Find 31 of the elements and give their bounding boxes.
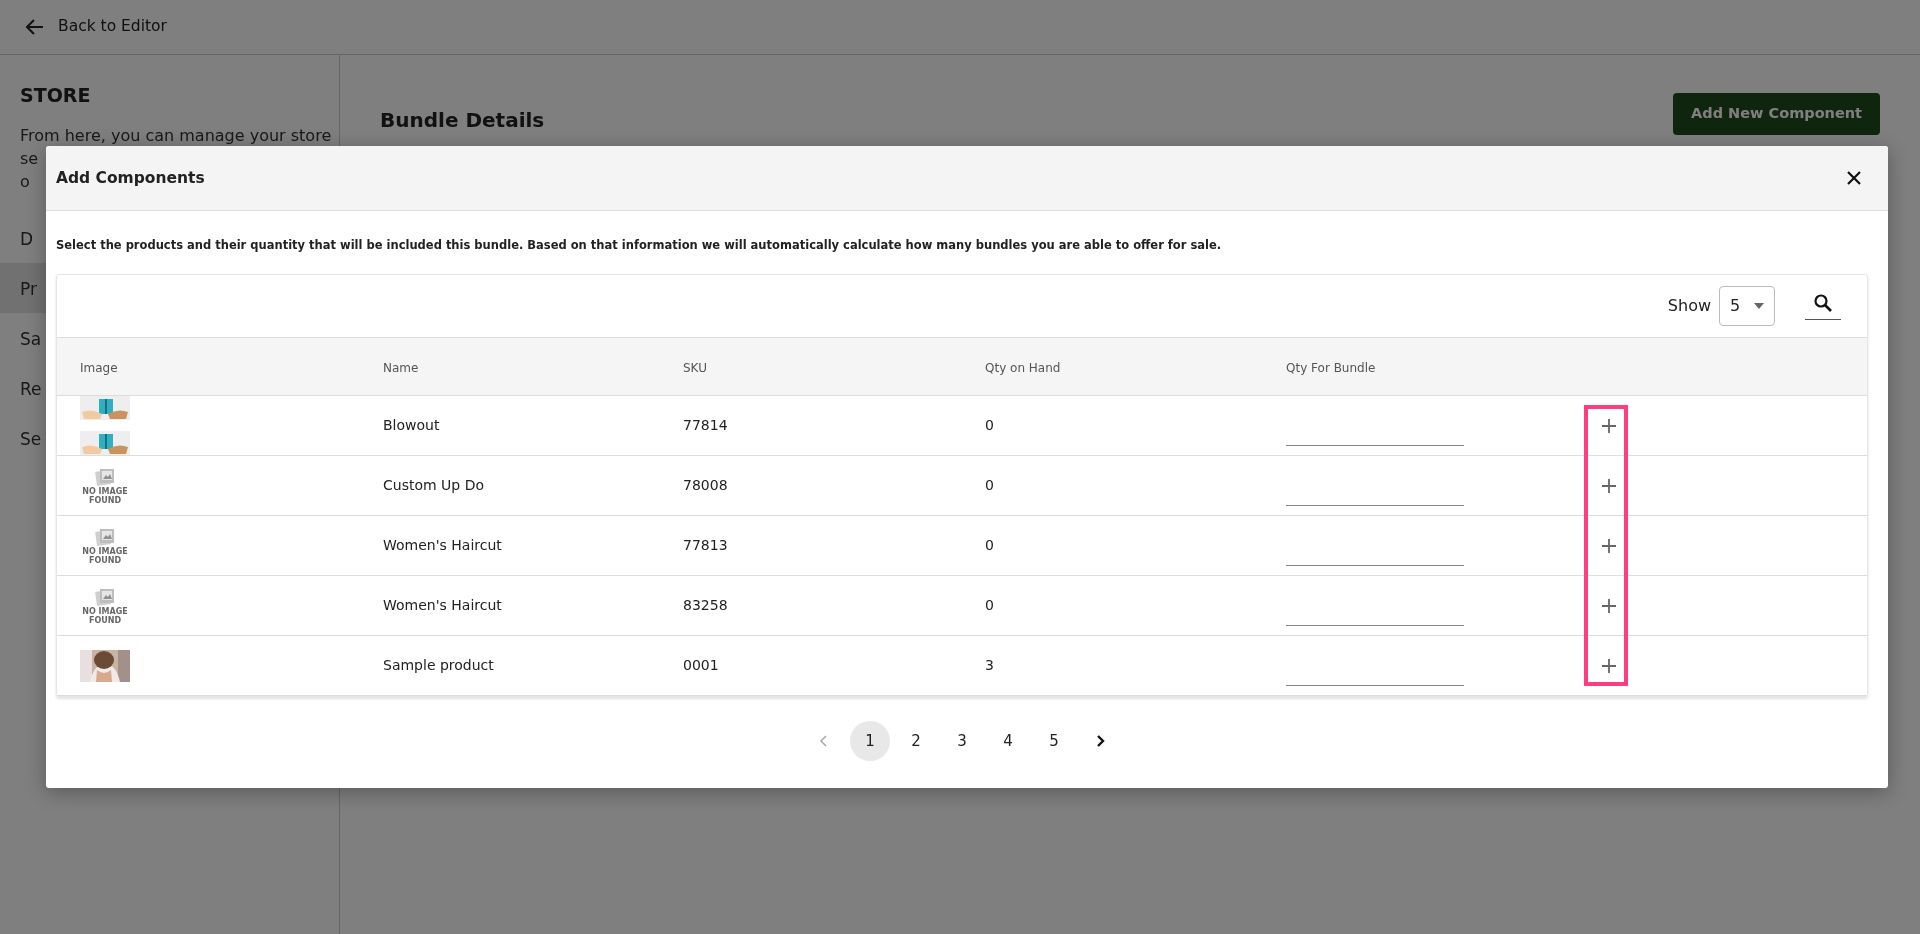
table-cell: Custom Up Do	[383, 477, 484, 494]
table-cell: Blowout	[383, 417, 440, 434]
table-cell: 0	[985, 477, 994, 494]
description-text: From here, you can manage your store	[20, 125, 332, 145]
table-cell: Sample product	[383, 657, 494, 674]
placeholder-text: NO IMAGE FOUND	[81, 546, 129, 565]
table-cell: 77813	[683, 537, 728, 554]
column-header: Image	[80, 360, 118, 375]
table-cell: 83258	[683, 597, 728, 614]
table-cell: 78008	[683, 477, 728, 494]
table-cell: 0	[985, 417, 994, 434]
show-label: Show	[1667, 295, 1711, 318]
placeholder-text: NO IMAGE FOUND	[81, 486, 129, 505]
column-header: SKU	[683, 360, 707, 375]
column-header: Qty For Bundle	[1286, 360, 1376, 375]
table-cell: 0001	[683, 657, 719, 674]
placeholder-text: NO IMAGE FOUND	[81, 606, 129, 625]
page-title: Bundle Details	[380, 107, 545, 134]
table-cell: 0	[985, 597, 994, 614]
dialog-title: Add Components	[56, 168, 205, 188]
column-header: Name	[383, 360, 419, 375]
table-cell: Women's Haircut	[383, 597, 502, 614]
description-text: se	[20, 148, 39, 168]
table-cell: Women's Haircut	[383, 537, 502, 554]
column-header: Qty on Hand	[985, 360, 1061, 375]
dialog-description: Select the products and their quantity that will be included this bundle. Based on that information we will automatically calculate how many bundles you are able to offer for sale.	[56, 237, 1223, 254]
table-cell: 0	[985, 537, 994, 554]
sidebar-title: STORE	[19, 83, 92, 108]
table-cell: 77814	[683, 417, 728, 434]
description-text: o	[20, 171, 30, 191]
table-cell: 3	[985, 657, 994, 674]
